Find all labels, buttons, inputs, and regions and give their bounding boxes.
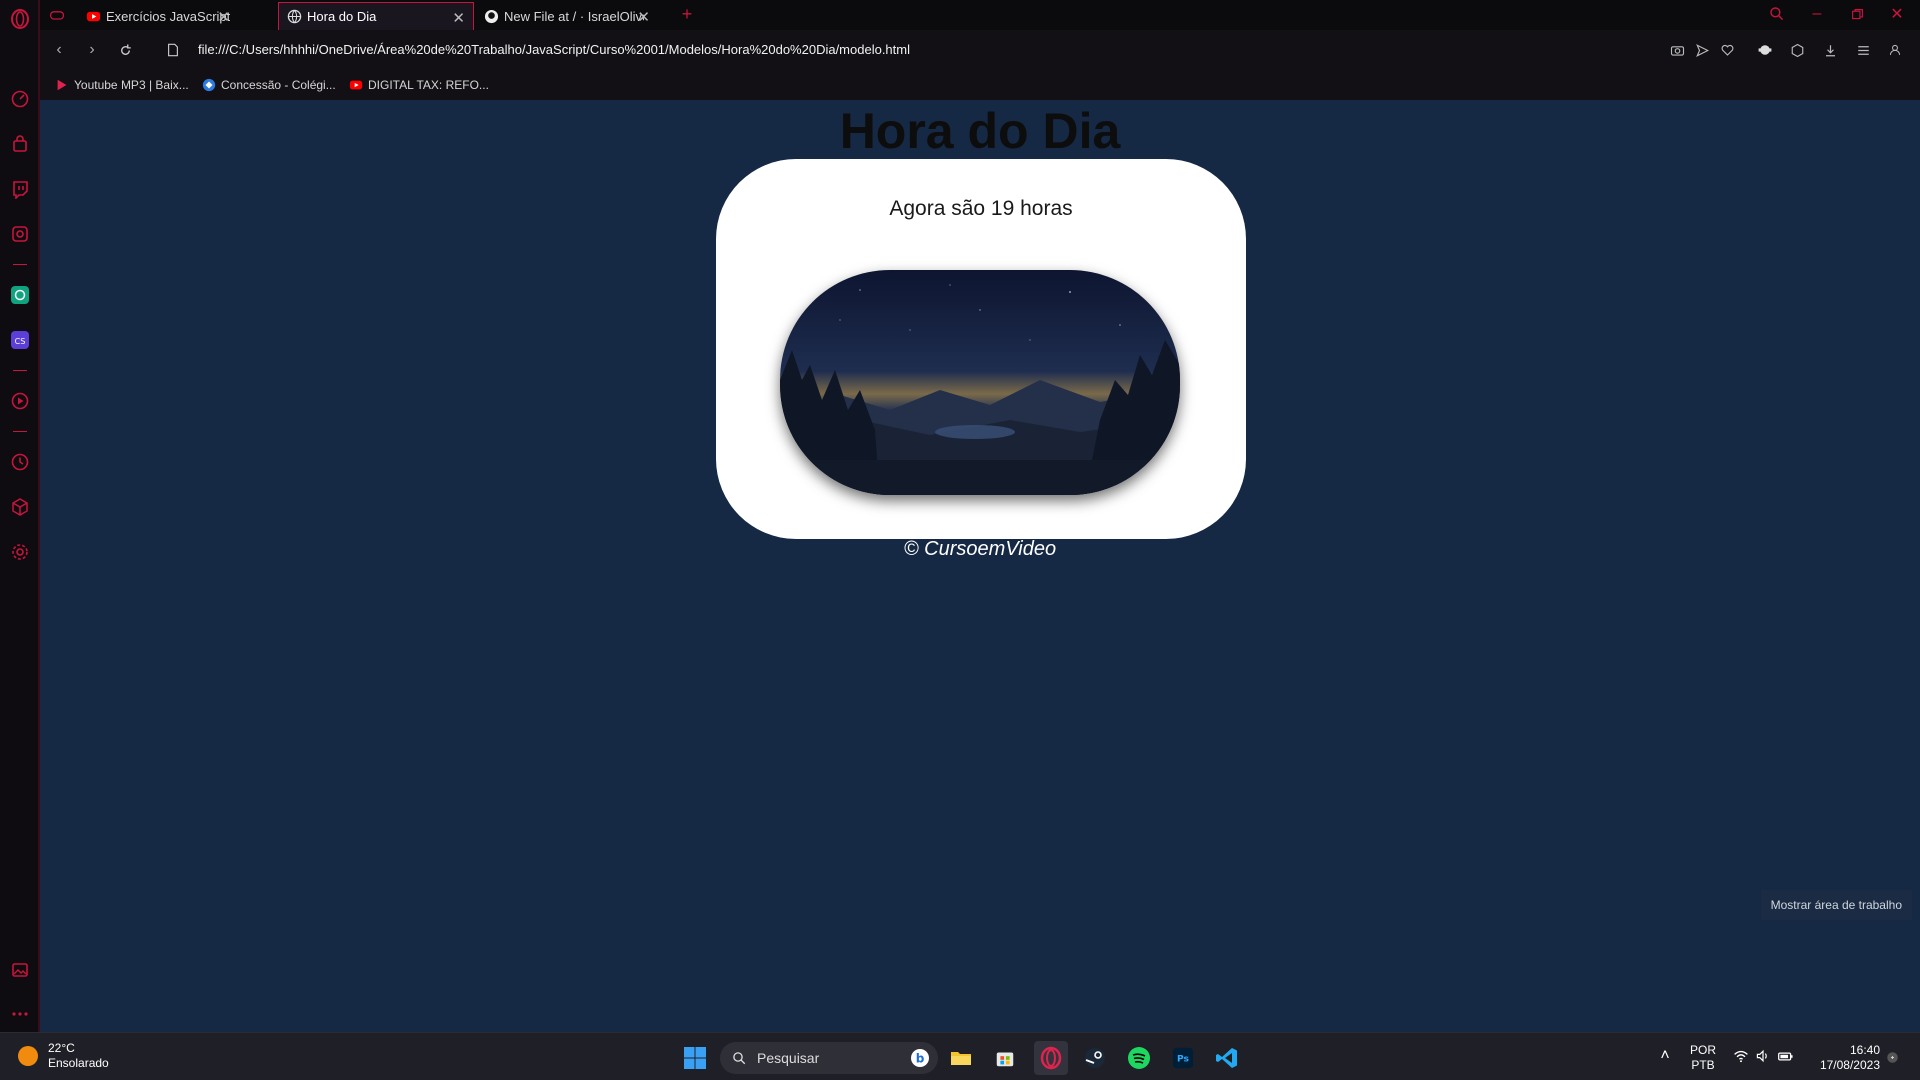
bookmark-label: Concessão - Colégi... [221,78,336,92]
twitch-icon[interactable] [9,178,31,200]
image-gallery-icon[interactable] [9,959,31,981]
forward-arrow-icon[interactable]: › [83,41,101,59]
bookmarks-bar: Youtube MP3 | Baix... Concessão - Colégi… [40,70,1920,100]
globe-icon [287,9,302,24]
tab-title: Hora do Dia [307,9,377,24]
microsoft-store-icon[interactable] [988,1041,1022,1075]
volume-icon[interactable] [1754,1047,1772,1065]
weather-desc: Ensolarado [48,1056,109,1070]
tab-new-file[interactable]: New File at / · IsraelOliver/ ✕ [476,2,658,30]
file-explorer-icon[interactable] [944,1041,978,1075]
shopping-bag-icon[interactable] [9,133,31,155]
keyboard-layout: PTB [1691,1058,1715,1072]
tab-exercicios[interactable]: Exercícios JavaScript (Parte ✕ [78,2,238,30]
send-icon[interactable] [1693,41,1711,59]
reload-icon[interactable] [116,41,134,59]
steam-icon[interactable] [1078,1041,1112,1075]
clock-time: 16:40 [1849,1043,1880,1057]
svg-text:b: b [916,1052,925,1066]
tab-title: New File at / · IsraelOliver/ [504,8,644,24]
footer-credit: © CursoemVideo [903,538,1057,560]
player-icon[interactable] [9,223,31,245]
close-tab-icon[interactable]: ✕ [217,8,230,26]
sidebar-separator [13,431,27,432]
clock[interactable]: 16:40 17/08/2023 [1812,1043,1880,1073]
windows-start-icon[interactable] [678,1041,712,1075]
language-indicator[interactable]: POR PTB [1690,1043,1716,1073]
show-desktop-tooltip: Mostrar área de trabalho [1760,890,1912,920]
page-file-icon[interactable] [164,41,182,59]
vpn-extension-icon[interactable] [1756,41,1774,59]
search-placeholder: Pesquisar [757,1050,820,1066]
language-code: POR [1690,1043,1717,1057]
page-title: Hora do Dia [839,103,1121,159]
vscode-icon[interactable] [1210,1041,1244,1075]
wifi-icon[interactable] [1732,1047,1750,1065]
sidebar-separator [13,264,27,265]
bookmark-concessao[interactable]: Concessão - Colégi... [202,75,336,95]
bookmark-digital-tax[interactable]: DIGITAL TAX: REFO... [349,75,489,95]
tab-hora-do-dia[interactable]: Hora do Dia ✕ [278,2,474,30]
more-options-icon[interactable] [9,1003,31,1025]
url-field[interactable]: file:///C:/Users/hhhhi/OneDrive/Área%20d… [198,42,910,57]
history-clock-icon[interactable] [9,451,31,473]
tab-bar: Exercícios JavaScript (Parte ✕ Hora do D… [40,0,1920,30]
extensions-cube-icon[interactable] [9,496,31,518]
github-icon [484,9,499,24]
spotify-icon[interactable] [1122,1041,1156,1075]
battery-icon[interactable] [1776,1047,1794,1065]
bookmark-heart-icon[interactable] [1718,41,1736,59]
download-icon[interactable] [1821,41,1839,59]
close-window-icon[interactable]: ✕ [1888,5,1906,23]
gamepad-icon[interactable] [48,6,66,24]
weather-temp: 22°C [48,1041,75,1055]
profile-icon[interactable] [1886,41,1904,59]
new-tab-plus-icon[interactable]: + [678,4,696,24]
extensions-icon[interactable] [1788,41,1806,59]
bookmark-youtube-mp3[interactable]: Youtube MP3 | Baix... [55,75,189,95]
close-tab-icon[interactable]: ✕ [452,9,465,27]
taskbar: 22°C Ensolarado Pesquisar b Ps ˄ POR PTB [0,1032,1920,1080]
time-card: Agora são 19 horas [716,159,1246,539]
browser-sidebar: CS [0,0,40,1032]
restore-window-icon[interactable] [1848,5,1866,23]
settings-gear-icon[interactable] [9,541,31,563]
youtube-icon [86,9,101,24]
address-bar: ‹ › file:///C:/Users/hhhhi/OneDrive/Área… [40,30,1920,70]
bookmark-label: DIGITAL TAX: REFO... [368,78,489,92]
tab-title: Exercícios JavaScript (Parte [106,8,230,24]
opera-taskbar-icon[interactable] [1034,1041,1068,1075]
bookmark-label: Youtube MP3 | Baix... [74,78,189,92]
back-arrow-icon[interactable]: ‹ [50,41,68,59]
notifications-icon[interactable] [1883,1048,1901,1066]
svg-text:CS: CS [15,337,26,346]
taskbar-search-input[interactable]: Pesquisar b [720,1042,938,1074]
clock-date: 17/08/2023 [1819,1058,1880,1072]
extension-cs-icon[interactable]: CS [9,329,31,351]
photoshop-icon[interactable]: Ps [1166,1041,1200,1075]
search-icon [732,1051,747,1066]
tab-search-icon[interactable] [1768,5,1786,23]
weather-widget[interactable]: 22°C Ensolarado [18,1041,109,1071]
svg-text:Ps: Ps [1177,1054,1190,1065]
youtube-icon [349,78,363,92]
close-tab-icon[interactable]: ✕ [637,8,650,26]
chatgpt-icon[interactable] [9,284,31,306]
sun-icon [18,1046,38,1066]
minimize-window-icon[interactable]: – [1808,5,1826,23]
easy-setup-icon[interactable] [1854,41,1872,59]
time-message: Agora são 19 horas [889,197,1073,220]
play-circle-icon[interactable] [9,390,31,412]
night-landscape-image [780,270,1180,495]
sidebar-separator [13,370,27,371]
youtube-mp3-icon [55,78,69,92]
snapshot-camera-icon[interactable] [1668,41,1686,59]
opera-logo-icon[interactable] [9,8,31,30]
school-icon [202,78,216,92]
bing-icon: b [910,1048,930,1068]
speed-dial-icon[interactable] [9,88,31,110]
tray-chevron-up-icon[interactable]: ˄ [1656,1047,1674,1065]
web-page: Hora do Dia Agora são 19 horas © Cursoem… [40,100,1920,1032]
